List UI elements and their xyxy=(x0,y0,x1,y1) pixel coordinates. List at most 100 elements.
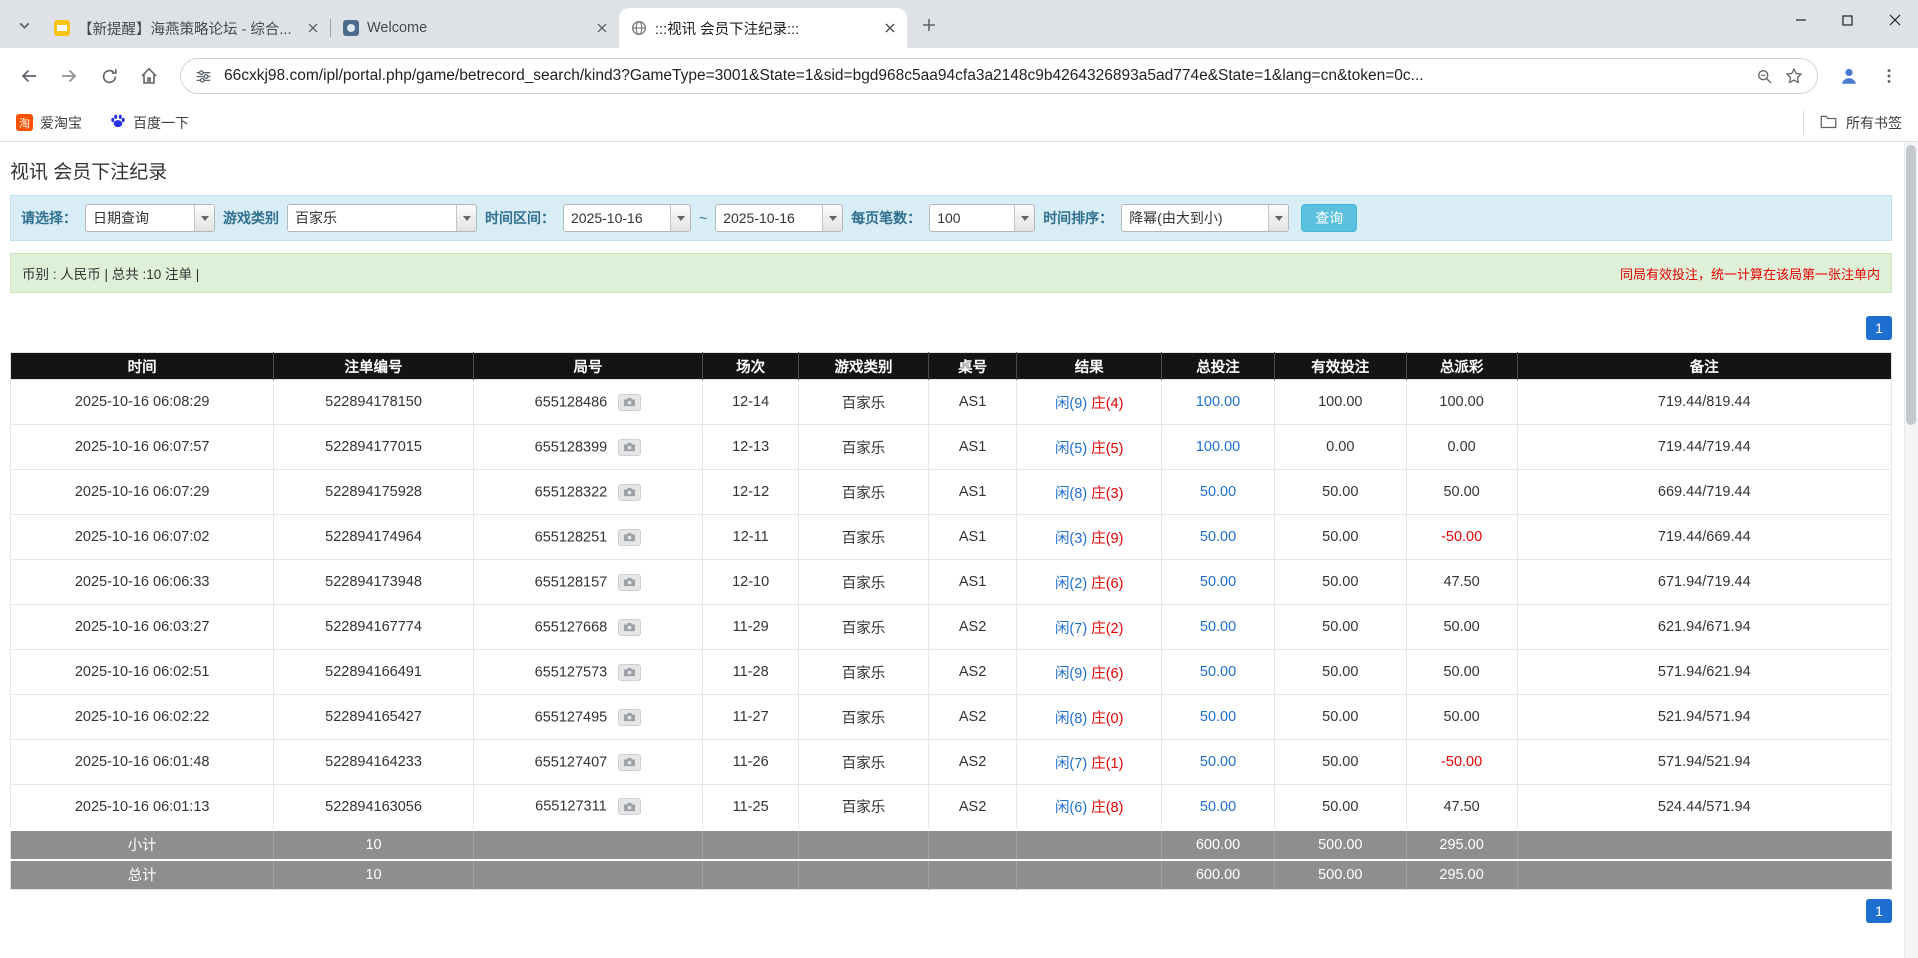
page-number-button[interactable]: 1 xyxy=(1866,316,1892,340)
cell-total-bet: 50.00 xyxy=(1162,695,1275,740)
total-bet-link[interactable]: 50.00 xyxy=(1200,529,1236,545)
cell-bet-id: 522894163056 xyxy=(274,785,473,830)
refresh-button[interactable] xyxy=(90,57,128,95)
tab-close-icon[interactable] xyxy=(593,19,611,37)
cell-bet-id: 522894164233 xyxy=(274,740,473,785)
date-to-combobox[interactable] xyxy=(715,204,843,232)
query-type-value[interactable] xyxy=(86,205,194,231)
sort-order-value[interactable] xyxy=(1122,205,1268,231)
cell-table: AS1 xyxy=(928,380,1016,425)
total-bet-link[interactable]: 50.00 xyxy=(1200,619,1236,635)
tab-title: Welcome xyxy=(367,20,585,36)
forward-button[interactable] xyxy=(50,57,88,95)
player-result: 闲(8) xyxy=(1055,486,1087,502)
cell-total-bet: 100.00 xyxy=(1162,380,1275,425)
total-bet-link[interactable]: 50.00 xyxy=(1200,574,1236,590)
cell-time: 2025-10-16 06:02:51 xyxy=(11,650,274,695)
cell-time: 2025-10-16 06:06:33 xyxy=(11,560,274,605)
query-type-combobox[interactable] xyxy=(85,204,215,232)
sort-order-combobox[interactable] xyxy=(1121,204,1289,232)
tab-welcome[interactable]: Welcome xyxy=(331,8,619,48)
site-settings-icon[interactable] xyxy=(195,68,212,85)
page-size-combobox[interactable] xyxy=(929,204,1035,232)
total-bet-link[interactable]: 100.00 xyxy=(1196,439,1240,455)
banker-result: 庄(4) xyxy=(1091,396,1123,412)
tab-close-icon[interactable] xyxy=(304,19,322,37)
replay-camera-icon[interactable] xyxy=(618,574,641,591)
replay-camera-icon[interactable] xyxy=(618,798,641,815)
date-from-combobox[interactable] xyxy=(563,204,691,232)
replay-camera-icon[interactable] xyxy=(618,709,641,726)
replay-camera-icon[interactable] xyxy=(618,394,641,411)
game-type-combobox[interactable] xyxy=(287,204,477,232)
date-to-value[interactable] xyxy=(716,205,822,231)
home-button[interactable] xyxy=(130,57,168,95)
minimize-button[interactable] xyxy=(1777,0,1824,40)
tab-search-button[interactable] xyxy=(10,11,38,39)
bet-table-body: 2025-10-16 06:08:29 522894178150 6551284… xyxy=(11,380,1892,830)
cell-result: 闲(7) 庄(2) xyxy=(1017,605,1162,650)
maximize-button[interactable] xyxy=(1824,0,1871,40)
table-row: 2025-10-16 06:02:51 522894166491 6551275… xyxy=(11,650,1892,695)
total-count: 10 xyxy=(274,860,473,890)
combo-arrow-icon[interactable] xyxy=(1014,205,1034,231)
all-bookmarks-button[interactable]: 所有书签 xyxy=(1803,111,1902,135)
total-bet-link[interactable]: 100.00 xyxy=(1196,394,1240,410)
page-number-button[interactable]: 1 xyxy=(1866,899,1892,923)
url-text[interactable]: 66cxkj98.com/ipl/portal.php/game/betreco… xyxy=(224,67,1744,85)
zoom-icon[interactable] xyxy=(1756,68,1773,85)
bookmark-star-icon[interactable] xyxy=(1785,67,1803,85)
cell-note: 524.44/571.94 xyxy=(1517,785,1891,830)
new-tab-button[interactable] xyxy=(915,11,943,39)
currency-summary-text: 币别 : 人民币 | 总共 :10 注单 | xyxy=(22,263,199,283)
game-type-value[interactable] xyxy=(288,205,456,231)
back-button[interactable] xyxy=(10,57,48,95)
page-scrollbar[interactable] xyxy=(1904,142,1918,958)
replay-camera-icon[interactable] xyxy=(618,619,641,636)
cell-valid-bet: 50.00 xyxy=(1274,740,1406,785)
cell-time: 2025-10-16 06:01:13 xyxy=(11,785,274,830)
page-size-value[interactable] xyxy=(930,205,1014,231)
total-bet-link[interactable]: 50.00 xyxy=(1200,484,1236,500)
combo-arrow-icon[interactable] xyxy=(194,205,214,231)
avatar-icon xyxy=(1838,65,1860,87)
replay-camera-icon[interactable] xyxy=(618,664,641,681)
address-bar[interactable]: 66cxkj98.com/ipl/portal.php/game/betreco… xyxy=(180,58,1818,94)
col-header-bet-id: 注单编号 xyxy=(274,353,473,380)
bookmark-label: 爱淘宝 xyxy=(40,113,82,133)
cell-game: 百家乐 xyxy=(799,515,929,560)
date-from-value[interactable] xyxy=(564,205,670,231)
tab-bet-records[interactable]: :::视讯 会员下注纪录::: xyxy=(619,8,907,48)
combo-arrow-icon[interactable] xyxy=(456,205,476,231)
close-window-button[interactable] xyxy=(1871,0,1918,40)
bookmark-taobao[interactable]: 淘 爱淘宝 xyxy=(16,113,82,133)
combo-arrow-icon[interactable] xyxy=(670,205,690,231)
total-bet-link[interactable]: 50.00 xyxy=(1200,709,1236,725)
cell-payout: 50.00 xyxy=(1406,695,1517,740)
total-bet-link[interactable]: 50.00 xyxy=(1200,664,1236,680)
forum-favicon-icon xyxy=(54,20,70,36)
replay-camera-icon[interactable] xyxy=(618,529,641,546)
replay-camera-icon[interactable] xyxy=(618,439,641,456)
banker-result: 庄(9) xyxy=(1091,531,1123,547)
round-number: 655128157 xyxy=(535,574,608,590)
browser-menu-button[interactable] xyxy=(1870,57,1908,95)
combo-arrow-icon[interactable] xyxy=(1268,205,1288,231)
cell-game: 百家乐 xyxy=(799,785,929,830)
total-bet-link[interactable]: 50.00 xyxy=(1200,754,1236,770)
profile-avatar[interactable] xyxy=(1830,57,1868,95)
filter-bar: 请选择： 游戏类别 时间区间： ~ 每页笔数： xyxy=(10,195,1892,241)
replay-camera-icon[interactable] xyxy=(618,484,641,501)
bookmark-baidu[interactable]: 百度一下 xyxy=(110,113,189,133)
total-bet-link[interactable]: 50.00 xyxy=(1200,799,1236,815)
cell-total-bet: 50.00 xyxy=(1162,560,1275,605)
cell-result: 闲(5) 庄(5) xyxy=(1017,425,1162,470)
tab-forum[interactable]: 【新提醒】海燕策略论坛 - 综合... xyxy=(42,8,330,48)
tab-close-icon[interactable] xyxy=(881,19,899,37)
combo-arrow-icon[interactable] xyxy=(822,205,842,231)
scrollbar-thumb[interactable] xyxy=(1906,145,1916,425)
replay-camera-icon[interactable] xyxy=(618,754,641,771)
cell-table: AS2 xyxy=(928,695,1016,740)
minimize-icon xyxy=(1795,14,1807,26)
search-button[interactable]: 查询 xyxy=(1301,204,1357,232)
